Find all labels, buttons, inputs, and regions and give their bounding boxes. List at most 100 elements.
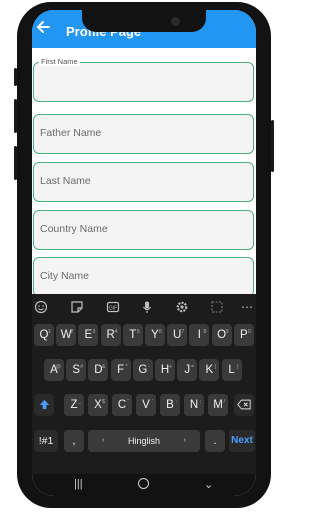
city-name-field[interactable]: City Name (33, 257, 254, 294)
last-name-field[interactable]: Last Name (33, 162, 254, 202)
symbols-key[interactable]: !#1 (34, 430, 58, 452)
country-name-field[interactable]: Country Name (33, 210, 254, 250)
key-label: Z (70, 399, 78, 411)
key-j[interactable]: = J (177, 359, 198, 381)
key-hint: 7 (181, 329, 185, 335)
key-hint: : (175, 399, 177, 405)
key-k[interactable]: (K (199, 359, 220, 381)
shift-icon (39, 399, 49, 410)
next-key[interactable]: Next (229, 430, 255, 452)
key-s[interactable]: # S (66, 359, 87, 381)
system-nav-bar: ||| ⌄ (32, 474, 256, 496)
key-t[interactable]: 5T (122, 324, 143, 346)
key-label: Y (151, 329, 159, 341)
key-hint: $ (101, 399, 105, 405)
comma-key[interactable]: , (64, 430, 84, 452)
key-r[interactable]: 4R (100, 324, 121, 346)
key-hint: - (147, 364, 150, 370)
gif-icon[interactable]: GIF (106, 300, 120, 314)
back-arrow-icon[interactable] (35, 19, 51, 35)
city-name-placeholder: City Name (40, 270, 90, 282)
key-label: X (94, 399, 102, 411)
more-icon[interactable]: ⋯ (240, 300, 254, 314)
phone-screen: Profile Page First Name Father Name Last… (32, 10, 256, 496)
key-label: G (138, 364, 148, 376)
key-w[interactable]: 2W (56, 324, 77, 346)
key-a[interactable]: @ A (44, 359, 64, 381)
key-hint: * (125, 364, 128, 370)
key-u[interactable]: 7U (167, 324, 188, 346)
key-label: L (228, 364, 235, 376)
emoji-icon[interactable] (34, 300, 48, 314)
key-hint: 9 (225, 329, 229, 335)
key-hint: 4 (114, 329, 118, 335)
backspace-icon (237, 399, 251, 410)
key-hint: ( (214, 364, 217, 370)
key-c[interactable]: " C (112, 394, 132, 416)
form-content: First Name Father Name Last Name Country… (32, 48, 256, 294)
key-hint: = (190, 364, 195, 370)
key-label: U (173, 329, 182, 341)
key-z[interactable]: _ Z (64, 394, 84, 416)
key-label: B (166, 399, 174, 411)
recent-apps-icon[interactable]: ||| (74, 478, 83, 490)
key-hint: " (127, 399, 129, 405)
key-label: V (142, 399, 150, 411)
key-label: S (72, 364, 81, 376)
resize-icon[interactable] (210, 300, 224, 314)
key-hint: & (101, 364, 106, 370)
key-v[interactable]: ' V (136, 394, 156, 416)
back-chevron-icon[interactable]: ⌄ (204, 478, 213, 491)
notch (82, 10, 206, 32)
key-e[interactable]: 3E (78, 324, 99, 346)
key-y[interactable]: 6Y (145, 324, 165, 346)
sticker-icon[interactable] (70, 300, 84, 314)
side-button (14, 99, 17, 133)
key-i[interactable]: 8I (189, 324, 210, 346)
side-button (14, 68, 17, 86)
key-label: R (106, 329, 115, 341)
key-g[interactable]: -G (132, 359, 153, 381)
key-q[interactable]: 1Q (34, 324, 54, 346)
last-name-placeholder: Last Name (40, 175, 91, 187)
father-name-placeholder: Father Name (40, 127, 102, 139)
key-label: F (117, 364, 125, 376)
shift-key[interactable] (34, 394, 54, 416)
key-hint: + (168, 364, 172, 370)
keyboard-toolbar: GIF ⋯ (32, 294, 256, 320)
key-hint: 3 (92, 329, 96, 335)
key-label: M (213, 399, 223, 411)
key-hint: # (80, 364, 84, 370)
svg-text:GIF: GIF (109, 306, 117, 312)
key-hint: ; (199, 399, 201, 405)
key-n[interactable]: ; N (184, 394, 204, 416)
side-button (271, 120, 274, 172)
settings-icon[interactable] (175, 300, 189, 314)
backspace-key[interactable] (234, 394, 254, 416)
key-l[interactable]: ) L (221, 359, 242, 381)
key-label: C (117, 399, 127, 411)
key-hint: @ (55, 364, 61, 370)
key-label: E (84, 329, 93, 341)
key-b[interactable]: :B (160, 394, 180, 416)
key-label: J (184, 364, 191, 376)
home-icon[interactable] (138, 478, 149, 489)
period-key[interactable]: . (205, 430, 225, 452)
mic-icon[interactable] (140, 300, 154, 314)
key-m[interactable]: / M (208, 394, 228, 416)
key-label: N (189, 399, 199, 411)
first-name-field[interactable]: First Name (33, 57, 254, 102)
key-label: T (129, 329, 137, 341)
key-label: P (239, 329, 248, 341)
key-f[interactable]: * F (110, 359, 131, 381)
key-hint: 0 (247, 329, 251, 335)
father-name-field[interactable]: Father Name (33, 114, 254, 154)
spacebar[interactable]: ‹ Hinglish › (88, 430, 200, 452)
key-h[interactable]: + H (155, 359, 175, 381)
key-o[interactable]: 9O (211, 324, 232, 346)
first-name-label: First Name (39, 57, 80, 66)
key-d[interactable]: & D (88, 359, 109, 381)
camera-icon (171, 17, 180, 26)
key-p[interactable]: 0P (233, 324, 254, 346)
key-x[interactable]: $ X (88, 394, 108, 416)
